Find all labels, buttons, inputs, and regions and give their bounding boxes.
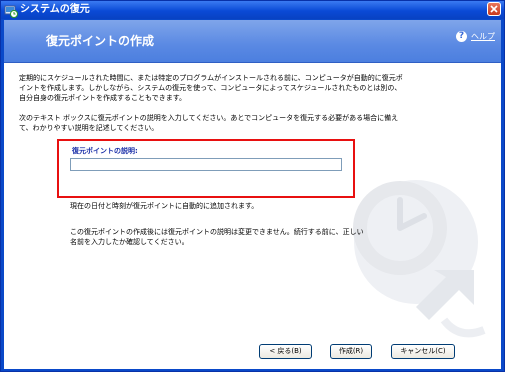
create-button[interactable]: 作成(R) (330, 344, 372, 359)
cannot-change-note: この復元ポイントの作成後には復元ポイントの説明は変更できません。続行する前に、正… (70, 228, 364, 246)
cancel-button[interactable]: キャンセル(C) (391, 344, 455, 359)
description-highlight-box: 復元ポイントの説明: (57, 139, 355, 198)
app-restore-icon (4, 3, 18, 18)
help-icon[interactable]: ? (456, 31, 467, 42)
close-button[interactable] (487, 2, 501, 16)
description-input[interactable] (70, 158, 342, 171)
auto-date-note: 現在の日付と時刻が復元ポイントに自動的に追加されます。 (70, 202, 259, 210)
system-restore-window: システムの復元 復元ポイントの作成 ? ヘルプ 定期的にスケジュールされた時間に… (0, 0, 505, 372)
intro-paragraph: 定期的にスケジュールされた時間に、または特定のプログラムがインストールされる前に… (19, 74, 403, 102)
page-header: 復元ポイントの作成 ? ヘルプ (4, 20, 501, 63)
close-icon (490, 5, 498, 13)
help-link[interactable]: ヘルプ (471, 31, 495, 42)
instruction-paragraph: 次のテキスト ボックスに復元ポイントの説明を入力してください。あとでコンピュータ… (19, 114, 399, 132)
page-title: 復元ポイントの作成 (46, 34, 155, 48)
title-bar[interactable]: システムの復元 (1, 1, 504, 19)
window-title: システムの復元 (20, 4, 90, 15)
client-area: 復元ポイントの作成 ? ヘルプ 定期的にスケジュールされた時間に、または特定のプ… (4, 20, 501, 369)
back-button[interactable]: < 戻る(B) (259, 344, 312, 359)
description-field-label: 復元ポイントの説明: (72, 147, 138, 155)
